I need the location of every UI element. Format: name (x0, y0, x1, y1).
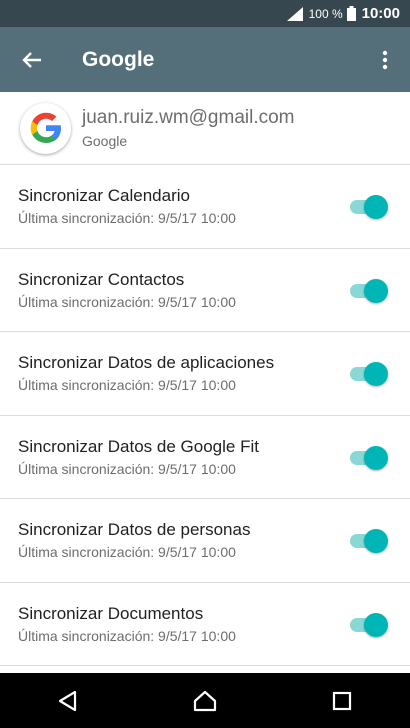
battery-icon (346, 6, 356, 21)
google-logo-icon (20, 102, 71, 154)
sync-toggle[interactable] (350, 612, 388, 637)
account-provider: Google (82, 133, 128, 149)
sync-item-last-sync: Última sincronización: 9/5/17 10:00 (18, 460, 236, 477)
sync-item-label: Sincronizar Datos de aplicaciones (18, 353, 275, 372)
app-bar: Google (0, 27, 410, 92)
battery-percent: 100 % (308, 6, 343, 21)
status-bar: 100 % 10:00 (0, 0, 410, 27)
more-vert-icon (382, 50, 388, 69)
page-title: Google (82, 47, 155, 71)
nav-home-button[interactable] (175, 673, 235, 728)
sync-item-label: Sincronizar Documentos (18, 603, 204, 623)
sync-item-datos-personas[interactable]: Sincronizar Datos de personas Última sin… (0, 499, 410, 583)
signal-icon (286, 6, 303, 21)
recents-icon (332, 691, 351, 710)
sync-item-last-sync: Última sincronización: 9/5/17 10:00 (18, 377, 236, 393)
arrow-back-icon (22, 51, 41, 68)
sync-toggle[interactable] (350, 445, 388, 470)
nav-back-button[interactable] (38, 673, 98, 728)
overflow-menu-button[interactable] (360, 27, 410, 92)
sync-item-label: Sincronizar Calendario (18, 186, 190, 205)
system-nav-bar (0, 673, 410, 728)
nav-recents-button[interactable] (312, 673, 372, 728)
sync-toggle[interactable] (350, 278, 388, 303)
sync-item-last-sync: Última sincronización: 9/5/17 10:00 (18, 544, 236, 560)
sync-item-label: Sincronizar Datos de personas (18, 520, 251, 539)
sync-item-datos-aplicaciones[interactable]: Sincronizar Datos de aplicaciones Última… (0, 332, 410, 416)
home-icon (193, 690, 217, 711)
sync-item-documentos[interactable]: Sincronizar Documentos Última sincroniza… (0, 583, 410, 666)
sync-toggle[interactable] (350, 362, 388, 386)
sync-item-google-fit[interactable]: Sincronizar Datos de Google Fit Última s… (0, 416, 410, 499)
back-button[interactable] (0, 27, 64, 92)
sync-item-last-sync: Última sincronización: 9/5/17 10:00 (18, 627, 236, 644)
back-triangle-icon (59, 690, 77, 711)
status-clock: 10:00 (361, 5, 400, 22)
sync-item-label: Sincronizar Contactos (18, 269, 185, 289)
sync-item-label: Sincronizar Datos de Google Fit (18, 436, 259, 456)
sync-toggle[interactable] (350, 195, 388, 219)
sync-item-last-sync: Última sincronización: 9/5/17 10:00 (18, 293, 236, 310)
sync-toggle[interactable] (350, 529, 388, 553)
sync-item-last-sync: Última sincronización: 9/5/17 10:00 (18, 210, 236, 226)
account-header: juan.ruiz.wm@gmail.com Google (0, 92, 410, 165)
sync-list: Sincronizar Calendario Última sincroniza… (0, 165, 410, 666)
sync-item-contactos[interactable]: Sincronizar Contactos Última sincronizac… (0, 249, 410, 332)
account-email: juan.ruiz.wm@gmail.com (82, 107, 295, 128)
sync-item-calendario[interactable]: Sincronizar Calendario Última sincroniza… (0, 165, 410, 249)
